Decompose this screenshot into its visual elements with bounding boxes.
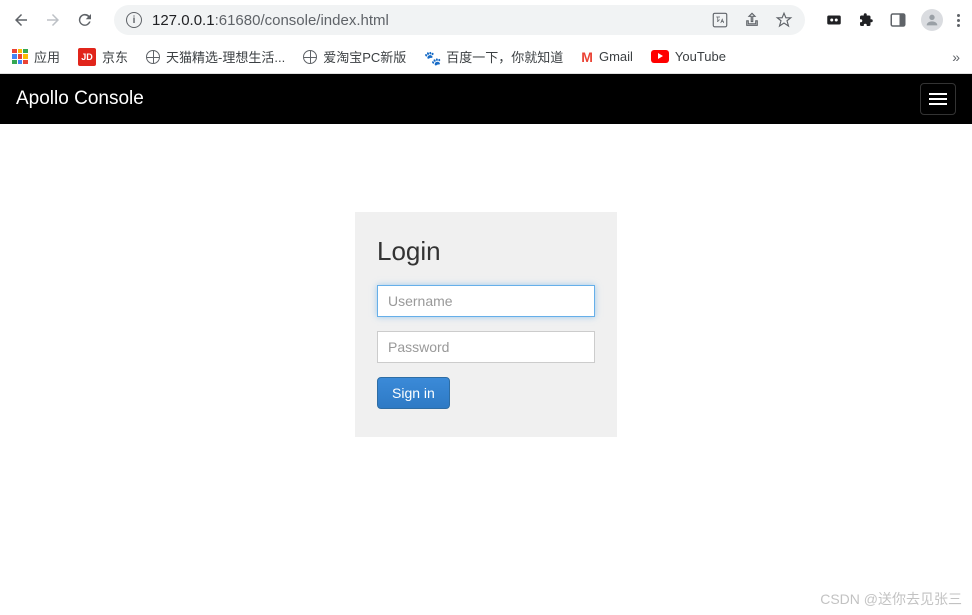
bookmark-gmail-label: Gmail bbox=[599, 49, 633, 64]
bookmark-gmail[interactable]: M Gmail bbox=[581, 49, 633, 65]
bookmark-tmall[interactable]: 天猫精选-理想生活... bbox=[146, 47, 285, 66]
bookmark-jd[interactable]: JD 京东 bbox=[78, 47, 128, 66]
login-title: Login bbox=[377, 236, 595, 267]
sidepanel-icon[interactable] bbox=[889, 11, 907, 29]
browser-toolbar: i 127.0.0.1:61680/console/index.html bbox=[0, 0, 972, 40]
password-input[interactable] bbox=[377, 331, 595, 363]
baidu-paw-icon: 🐾 bbox=[424, 50, 440, 64]
hamburger-icon bbox=[929, 93, 947, 95]
page-content: Login Sign in bbox=[0, 124, 972, 437]
url-host: 127.0.0.1 bbox=[152, 12, 215, 29]
browser-menu-icon[interactable] bbox=[957, 14, 960, 27]
address-actions bbox=[711, 11, 793, 29]
url-path: :61680/console/index.html bbox=[215, 12, 389, 29]
globe-icon bbox=[303, 50, 317, 64]
share-icon[interactable] bbox=[743, 11, 761, 29]
nav-buttons bbox=[12, 11, 94, 29]
bookmark-tmall-label: 天猫精选-理想生活... bbox=[166, 47, 285, 66]
extension-icons bbox=[825, 9, 960, 31]
extensions-puzzle-icon[interactable] bbox=[857, 11, 875, 29]
bookmarks-bar: 应用 JD 京东 天猫精选-理想生活... 爱淘宝PC新版 🐾 百度一下，你就知… bbox=[0, 40, 972, 74]
jd-icon: JD bbox=[78, 48, 96, 66]
address-bar[interactable]: i 127.0.0.1:61680/console/index.html bbox=[114, 5, 805, 35]
bookmark-apps-label: 应用 bbox=[34, 47, 60, 66]
youtube-icon bbox=[651, 50, 669, 63]
site-info-icon[interactable]: i bbox=[126, 12, 142, 28]
forward-button[interactable] bbox=[44, 11, 62, 29]
globe-icon bbox=[146, 50, 160, 64]
bookmark-apps[interactable]: 应用 bbox=[12, 47, 60, 66]
username-input[interactable] bbox=[377, 285, 595, 317]
gmail-icon: M bbox=[581, 49, 593, 65]
bookmark-youtube-label: YouTube bbox=[675, 49, 726, 64]
login-panel: Login Sign in bbox=[355, 212, 617, 437]
reload-button[interactable] bbox=[76, 11, 94, 29]
bookmark-baidu-label: 百度一下，你就知道 bbox=[446, 47, 563, 66]
profile-avatar[interactable] bbox=[921, 9, 943, 31]
bookmark-aitaobao-label: 爱淘宝PC新版 bbox=[323, 47, 406, 66]
app-navbar: Apollo Console bbox=[0, 74, 972, 124]
watermark-text: CSDN @送你去见张三 bbox=[820, 589, 962, 609]
bookmark-baidu[interactable]: 🐾 百度一下，你就知道 bbox=[424, 47, 563, 66]
back-button[interactable] bbox=[12, 11, 30, 29]
url-text: 127.0.0.1:61680/console/index.html bbox=[152, 12, 701, 29]
extension-icon-1[interactable] bbox=[825, 11, 843, 29]
bookmark-jd-label: 京东 bbox=[102, 47, 128, 66]
translate-icon[interactable] bbox=[711, 11, 729, 29]
bookmark-aitaobao[interactable]: 爱淘宝PC新版 bbox=[303, 47, 406, 66]
bookmarks-overflow-icon[interactable]: » bbox=[952, 49, 960, 65]
signin-button[interactable]: Sign in bbox=[377, 377, 450, 409]
menu-toggle-button[interactable] bbox=[920, 83, 956, 115]
apps-grid-icon bbox=[12, 49, 28, 65]
bookmark-youtube[interactable]: YouTube bbox=[651, 49, 726, 64]
star-icon[interactable] bbox=[775, 11, 793, 29]
brand-title[interactable]: Apollo Console bbox=[16, 88, 144, 110]
